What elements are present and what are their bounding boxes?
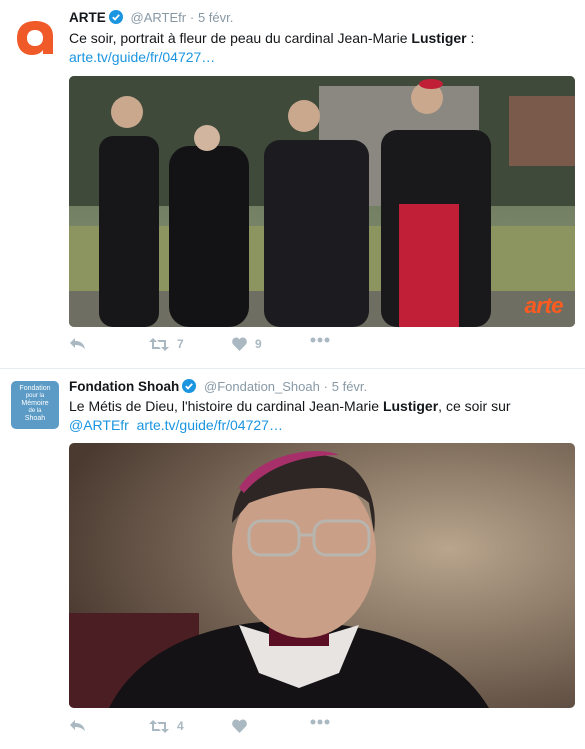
tweet-date[interactable]: 5 févr. xyxy=(332,379,367,394)
tweet-date[interactable]: 5 févr. xyxy=(198,10,233,25)
tweet[interactable]: ARTE @ARTEfr · 5 févr. Ce soir, portrait… xyxy=(0,0,585,369)
arte-avatar[interactable] xyxy=(11,14,59,62)
text-bold: Lustiger xyxy=(382,398,439,414)
fondation-shoah-avatar[interactable]: Fondation pour la Mémoire de la Shoah xyxy=(11,381,59,429)
author-handle[interactable]: @ARTEfr xyxy=(131,10,187,25)
text-bold: Lustiger xyxy=(411,30,467,46)
verified-badge-icon xyxy=(108,10,123,24)
like-button[interactable]: 9 xyxy=(232,337,262,351)
author-name[interactable]: Fondation Shoah xyxy=(69,379,179,394)
photo-clergy-group xyxy=(69,76,575,327)
heart-icon xyxy=(232,719,247,733)
avatar-text: Mémoire xyxy=(21,400,49,407)
reply-button[interactable] xyxy=(69,337,86,350)
tweet-actions: 7 9 xyxy=(69,337,369,359)
tweet-photo[interactable]: arte xyxy=(69,76,575,327)
verified-badge-icon xyxy=(182,379,197,393)
tweet-text: Ce soir, portrait à fleur de peau du car… xyxy=(69,29,574,67)
author-name[interactable]: ARTE xyxy=(69,10,106,25)
avatar-text: Fondation xyxy=(19,385,51,392)
reply-icon xyxy=(70,720,85,731)
reply-icon xyxy=(70,338,85,349)
tweet-header: ARTE @ARTEfr · 5 févr. xyxy=(69,10,233,25)
tweet[interactable]: Fondation pour la Mémoire de la Shoah Fo… xyxy=(0,369,585,749)
arte-watermark: arte xyxy=(524,293,564,318)
tweet-link[interactable]: arte.tv/guide/fr/04727… xyxy=(137,417,283,433)
author-handle[interactable]: @Fondation_Shoah xyxy=(204,379,320,394)
tweet-actions: 4 xyxy=(69,719,369,741)
retweet-button[interactable]: 4 xyxy=(149,719,184,733)
mention-link[interactable]: @ARTEfr xyxy=(69,417,129,433)
text-part: : xyxy=(466,30,475,46)
more-button[interactable] xyxy=(310,719,330,725)
tweet-header: Fondation Shoah @Fondation_Shoah · 5 fév… xyxy=(69,379,367,394)
avatar-text: de la xyxy=(28,408,42,414)
avatar-text: Shoah xyxy=(24,415,46,422)
retweet-count: 4 xyxy=(177,719,184,733)
separator-dot: · xyxy=(189,10,195,25)
photo-cardinal-portrait xyxy=(69,443,575,708)
retweet-icon xyxy=(149,719,169,733)
tweet-photo[interactable] xyxy=(69,443,575,708)
text-part: , ce soir sur xyxy=(438,398,511,414)
more-dots-icon xyxy=(310,719,330,725)
reply-button[interactable] xyxy=(69,719,86,732)
more-button[interactable] xyxy=(310,337,330,343)
more-dots-icon xyxy=(310,337,330,343)
heart-icon xyxy=(232,337,247,351)
like-count: 9 xyxy=(255,337,262,351)
avatar-text: pour la xyxy=(25,393,45,399)
arte-logo-icon xyxy=(17,21,53,55)
tweet-link[interactable]: arte.tv/guide/fr/04727… xyxy=(69,49,215,65)
like-button[interactable] xyxy=(232,719,255,733)
retweet-icon xyxy=(149,337,169,351)
text-part: Le Métis de Dieu, l'histoire du cardinal… xyxy=(69,398,383,414)
retweet-button[interactable]: 7 xyxy=(149,337,184,351)
retweet-count: 7 xyxy=(177,337,184,351)
text-part: Ce soir, portrait à fleur de peau du car… xyxy=(69,30,412,46)
separator-dot: · xyxy=(323,379,328,394)
tweet-text: Le Métis de Dieu, l'histoire du cardinal… xyxy=(69,397,574,435)
